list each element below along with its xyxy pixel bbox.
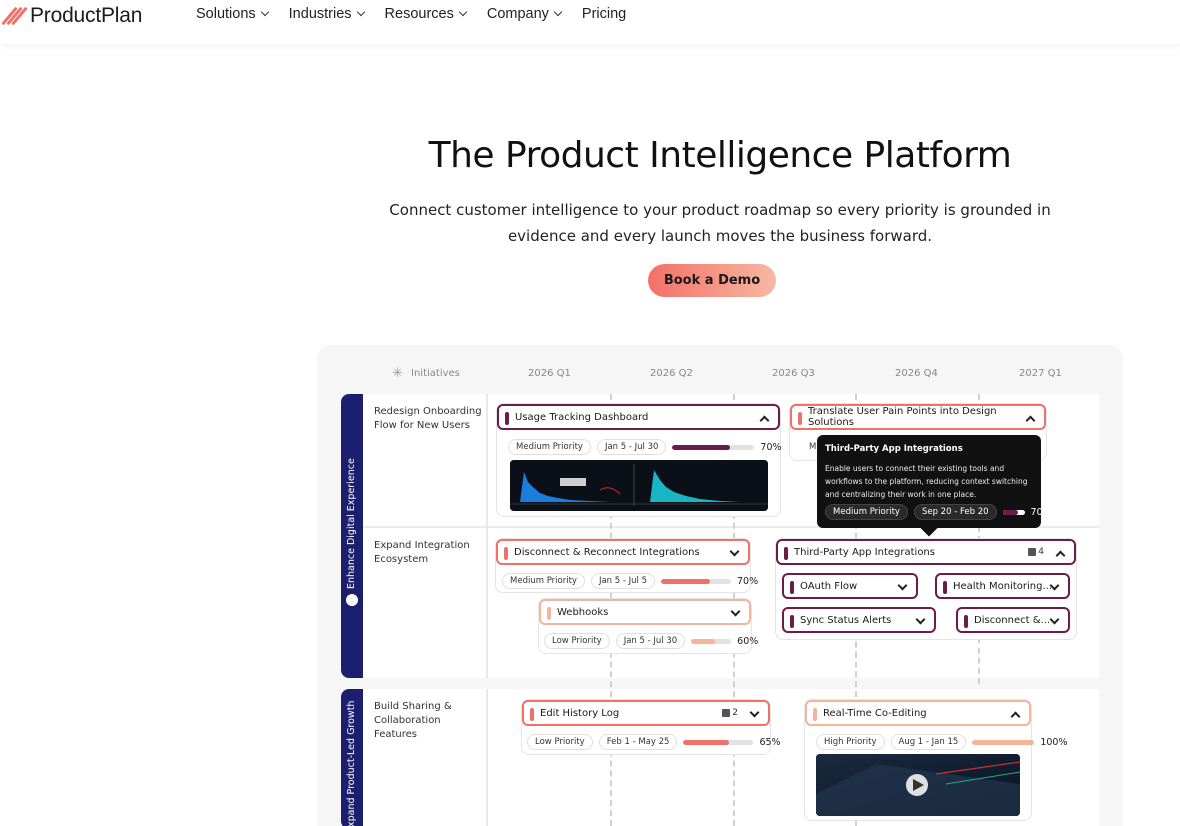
- logo[interactable]: ProductPlan: [1, 4, 143, 28]
- progress-bar: [661, 578, 732, 584]
- initiative-name: Build Sharing & Collaboration Features: [374, 701, 452, 740]
- card-meta: Low Priority Feb 1 - May 25 65%: [527, 734, 781, 750]
- initiative-name: Expand Integration Ecosystem: [374, 540, 470, 565]
- progress-bar: [683, 739, 754, 745]
- sub-card-sync-status-alerts[interactable]: Sync Status Alerts: [782, 607, 936, 633]
- group-bar-expand-product-led-growth[interactable]: xpand Product-Led Growth: [341, 689, 363, 826]
- hero-title: The Product Intelligence Platform: [428, 135, 1012, 176]
- sub-card-disconnect[interactable]: Disconnect &...: [956, 607, 1070, 633]
- priority-marker: [943, 581, 947, 594]
- priority-marker: [547, 607, 551, 620]
- priority-marker: [790, 615, 794, 628]
- priority-marker: [504, 547, 508, 560]
- dashboard-thumbnail: [510, 460, 768, 511]
- subitem-count: 2: [722, 708, 738, 718]
- column-divider: [486, 394, 488, 678]
- nav-item-company[interactable]: Company: [487, 6, 563, 22]
- nav-item-industries[interactable]: Industries: [289, 6, 365, 22]
- priority-marker: [790, 581, 794, 594]
- priority-marker: [964, 615, 968, 628]
- initiatives-header: Initiatives: [411, 368, 460, 379]
- chevron-down-icon: [356, 7, 365, 17]
- priority-marker: [784, 547, 788, 560]
- progress-bar: [691, 638, 732, 644]
- card-header[interactable]: Edit History Log 2: [522, 700, 770, 726]
- chevron-down-icon[interactable]: [1049, 614, 1060, 625]
- video-thumbnail[interactable]: [816, 754, 1020, 816]
- main-menu: Solutions Industries Resources Company P…: [196, 6, 626, 22]
- progress-bar: [972, 739, 1035, 745]
- chevron-up-icon[interactable]: [1055, 550, 1066, 561]
- chevron-down-icon[interactable]: [897, 580, 908, 591]
- card-meta: M: [809, 442, 817, 452]
- priority-marker: [813, 708, 817, 721]
- chevron-down-icon: [260, 7, 269, 17]
- chevron-up-icon[interactable]: [1010, 711, 1021, 722]
- book-demo-button[interactable]: Book a Demo: [648, 264, 776, 297]
- initiatives-icon: ✳: [392, 366, 403, 381]
- progress-bar: [672, 444, 755, 450]
- chevron-down-icon: [553, 7, 563, 17]
- card-header[interactable]: Webhooks: [539, 599, 751, 625]
- card-meta: High Priority Aug 1 - Jan 15 100%: [816, 734, 1067, 750]
- card-meta: Medium Priority Jan 5 - Jul 30 70%: [508, 439, 782, 455]
- chevron-down-icon[interactable]: [749, 707, 760, 718]
- top-navigation: ProductPlan Solutions Industries Resourc…: [0, 0, 1180, 44]
- group-icon: [346, 594, 358, 606]
- quarter-label: 2026 Q3: [772, 368, 815, 379]
- sub-card-oauth-flow[interactable]: OAuth Flow: [782, 573, 918, 599]
- priority-marker: [505, 412, 509, 425]
- quarter-label: 2027 Q1: [1019, 368, 1062, 379]
- progress-bar: [1002, 509, 1025, 515]
- nav-item-solutions[interactable]: Solutions: [196, 6, 269, 22]
- stack-icon: [722, 709, 731, 717]
- nav-item-resources[interactable]: Resources: [385, 6, 468, 22]
- chevron-down-icon: [458, 7, 468, 17]
- quarter-label: 2026 Q4: [895, 368, 938, 379]
- stack-icon: [1028, 548, 1037, 556]
- card-header[interactable]: Third-Party App Integrations 4: [776, 539, 1076, 565]
- quarter-label: 2026 Q1: [528, 368, 571, 379]
- chevron-down-icon[interactable]: [915, 614, 926, 625]
- hero-subtitle: Connect customer intelligence to your pr…: [389, 201, 1051, 245]
- logo-icon: [1, 4, 28, 28]
- column-divider: [486, 689, 488, 826]
- group-bar-enhance-digital-experience[interactable]: Enhance Digital Experience: [341, 394, 363, 678]
- logo-text: ProductPlan: [30, 4, 143, 27]
- card-header[interactable]: Usage Tracking Dashboard: [497, 404, 780, 430]
- card-header[interactable]: Translate User Pain Points into Design S…: [790, 404, 1046, 430]
- card-meta: Low Priority Jan 5 - Jul 30 60%: [544, 633, 758, 649]
- card-meta: Medium Priority Jan 5 - Jul 5 70%: [502, 573, 758, 589]
- priority-marker: [798, 412, 802, 425]
- chevron-down-icon[interactable]: [729, 546, 740, 557]
- sub-card-health-monitoring[interactable]: Health Monitoring...: [935, 573, 1070, 599]
- chevron-down-icon[interactable]: [730, 606, 741, 617]
- priority-marker: [530, 708, 534, 721]
- nav-item-pricing[interactable]: Pricing: [582, 6, 626, 22]
- tooltip-meta: Medium Priority Sep 20 - Feb 20 70%: [825, 504, 1052, 520]
- roadmap-tooltip: Third-Party App Integrations Enable user…: [817, 435, 1052, 537]
- chevron-up-icon[interactable]: [759, 415, 770, 426]
- initiative-name: Redesign Onboarding Flow for New Users: [374, 406, 482, 431]
- card-header[interactable]: Real-Time Co-Editing: [805, 700, 1031, 726]
- card-header[interactable]: Disconnect & Reconnect Integrations: [496, 539, 750, 565]
- quarter-label: 2026 Q2: [650, 368, 693, 379]
- subitem-count: 4: [1028, 547, 1044, 557]
